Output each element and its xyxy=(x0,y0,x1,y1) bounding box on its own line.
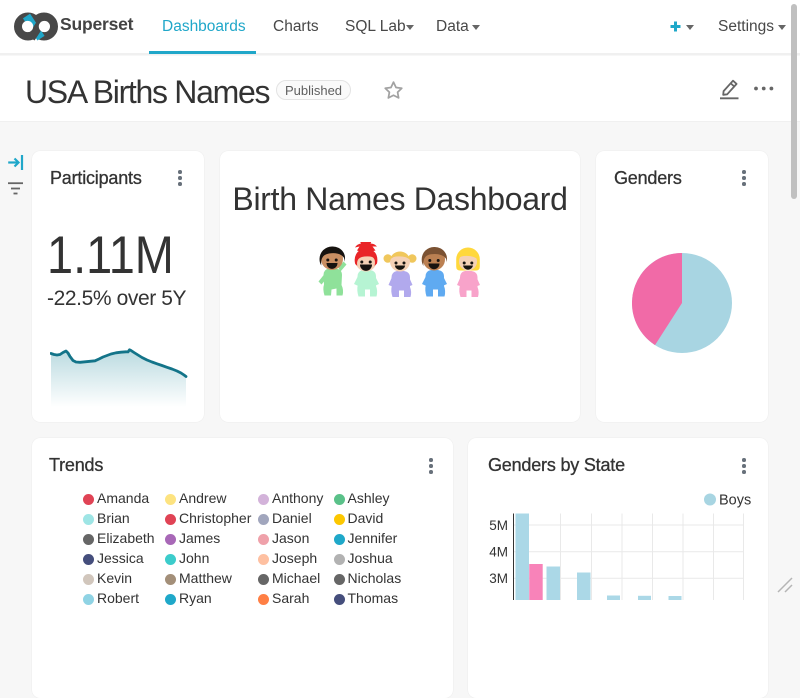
svg-text:3M: 3M xyxy=(489,571,508,586)
svg-text:Boys: Boys xyxy=(719,492,751,508)
svg-text:5M: 5M xyxy=(489,518,508,533)
svg-text:4M: 4M xyxy=(489,545,508,560)
